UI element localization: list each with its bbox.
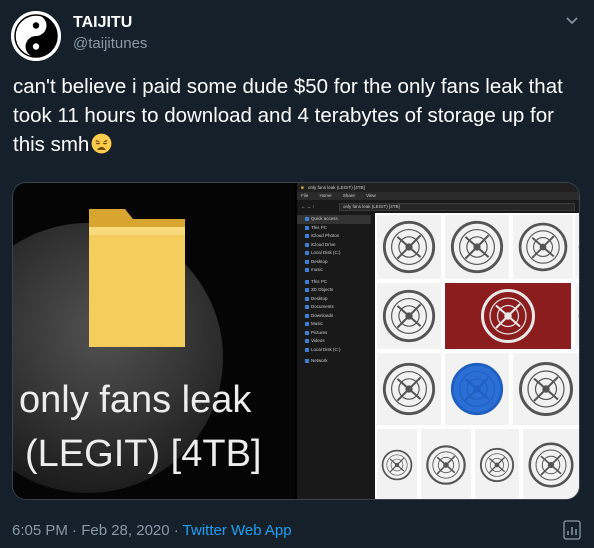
fan-icon bbox=[426, 445, 466, 485]
fan-icon bbox=[528, 442, 574, 488]
ribbon-tab-view[interactable]: View bbox=[366, 193, 376, 198]
fan-thumbnail[interactable] bbox=[445, 353, 509, 425]
fan-icon bbox=[382, 220, 436, 274]
ribbon-tab-file[interactable]: File bbox=[301, 193, 308, 198]
fan-icon bbox=[518, 222, 568, 272]
explorer-nav-pane: Quick access This PC iCloud Photos iClou… bbox=[297, 215, 371, 499]
nav-item[interactable]: Desktop bbox=[297, 295, 371, 304]
nav-item[interactable]: music bbox=[297, 266, 371, 275]
tweet-image[interactable]: only fans leak (LEGIT) [4TB] ■ only fans… bbox=[12, 182, 580, 500]
yin-yang-icon bbox=[11, 11, 61, 61]
fan-thumbnail[interactable] bbox=[377, 429, 417, 499]
nav-item[interactable]: Videos bbox=[297, 337, 371, 346]
fan-thumbnail[interactable] bbox=[475, 429, 519, 499]
fan-icon bbox=[519, 362, 573, 416]
fan-thumbnail[interactable] bbox=[377, 283, 441, 349]
fan-icon bbox=[481, 289, 535, 343]
folder-panel: only fans leak (LEGIT) [4TB] bbox=[13, 183, 295, 499]
fan-icon bbox=[382, 289, 436, 343]
fan-thumbnail[interactable] bbox=[377, 215, 441, 279]
analytics-icon[interactable] bbox=[563, 520, 581, 540]
folder-icon bbox=[89, 209, 185, 347]
forward-arrow-icon[interactable]: → bbox=[307, 204, 312, 209]
up-arrow-icon[interactable]: ↑ bbox=[313, 204, 315, 209]
folder-icon: ■ bbox=[301, 185, 304, 190]
explorer-address-row: ← → ↑ only fans leak (LEGIT) [4TB] bbox=[297, 202, 579, 212]
nav-item[interactable]: iCloud Drive bbox=[297, 241, 371, 250]
ribbon-tab-share[interactable]: Share bbox=[343, 193, 355, 198]
ribbon-tab-home[interactable]: Home bbox=[320, 193, 332, 198]
nav-item[interactable]: iCloud Photos bbox=[297, 232, 371, 241]
explorer-ribbon: File Home Share View bbox=[297, 192, 579, 200]
address-bar[interactable]: only fans leak (LEGIT) [4TB] bbox=[339, 203, 575, 211]
tweet-text: can't believe i paid some dude $50 for t… bbox=[13, 72, 583, 159]
nav-item[interactable]: Local Disk (C:) bbox=[297, 249, 371, 258]
fan-icon bbox=[450, 362, 504, 416]
nav-item[interactable]: This PC bbox=[297, 224, 371, 233]
file-explorer-window: ■ only fans leak (LEGIT) [4TB] File Home… bbox=[297, 183, 579, 499]
user-handle[interactable]: @taijitunes bbox=[73, 35, 147, 52]
nav-item[interactable]: Quick access bbox=[297, 215, 371, 224]
fan-thumbnail[interactable] bbox=[575, 215, 579, 279]
tweet-meta: 6:05 PM · Feb 28, 2020 · Twitter Web App bbox=[12, 522, 292, 539]
fan-icon bbox=[382, 362, 436, 416]
fan-icon bbox=[450, 220, 504, 274]
nav-item[interactable]: Documents bbox=[297, 303, 371, 312]
fan-thumbnail[interactable] bbox=[377, 353, 441, 425]
explorer-titlebar: ■ only fans leak (LEGIT) [4TB] bbox=[297, 183, 579, 192]
thumbnail-grid bbox=[375, 213, 579, 499]
back-arrow-icon[interactable]: ← bbox=[301, 204, 306, 209]
nav-item[interactable]: This PC bbox=[297, 278, 371, 287]
explorer-title: only fans leak (LEGIT) [4TB] bbox=[307, 185, 365, 190]
nav-item[interactable]: Desktop bbox=[297, 258, 371, 267]
fan-thumbnail[interactable] bbox=[513, 215, 573, 279]
tweet: TAIJITU @taijitunes can't believe i paid… bbox=[0, 0, 594, 548]
nav-item[interactable]: Music bbox=[297, 320, 371, 329]
chevron-down-icon[interactable] bbox=[564, 12, 580, 28]
fan-thumbnail[interactable] bbox=[523, 429, 579, 499]
fan-icon bbox=[381, 449, 413, 481]
nav-item[interactable]: Network bbox=[297, 357, 371, 366]
timestamp[interactable]: 6:05 PM · Feb 28, 2020 · bbox=[12, 522, 183, 539]
nav-item[interactable]: Downloads bbox=[297, 312, 371, 321]
fan-thumbnail[interactable] bbox=[513, 353, 579, 425]
fan-thumbnail[interactable] bbox=[445, 215, 509, 279]
weary-face-icon bbox=[91, 133, 112, 154]
folder-caption-line1: only fans leak bbox=[19, 379, 252, 421]
source-app-link[interactable]: Twitter Web App bbox=[183, 522, 292, 539]
fan-thumbnail[interactable] bbox=[421, 429, 471, 499]
fan-icon bbox=[578, 245, 579, 249]
nav-item[interactable]: Pictures bbox=[297, 329, 371, 338]
fan-icon bbox=[578, 314, 579, 318]
fan-icon bbox=[479, 447, 515, 483]
nav-item[interactable]: Local Disk (C:) bbox=[297, 346, 371, 355]
nav-item[interactable]: 3D Objects bbox=[297, 286, 371, 295]
avatar[interactable] bbox=[11, 11, 61, 61]
folder-caption-line2: (LEGIT) [4TB] bbox=[25, 433, 262, 475]
fan-thumbnail[interactable] bbox=[575, 283, 579, 349]
fan-thumbnail[interactable] bbox=[445, 283, 571, 349]
display-name[interactable]: TAIJITU bbox=[73, 14, 132, 32]
